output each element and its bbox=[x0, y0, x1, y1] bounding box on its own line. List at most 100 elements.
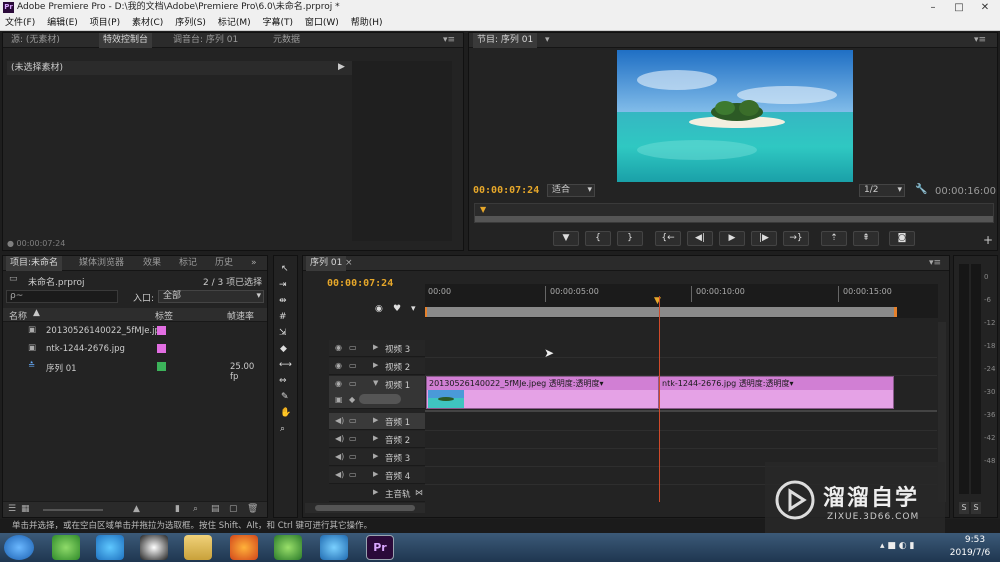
panel-menu-icon[interactable]: ▾≡ bbox=[443, 35, 455, 45]
tab-program[interactable]: 节目: 序列 01 bbox=[473, 33, 538, 48]
speaker-icon[interactable]: ◀) bbox=[335, 434, 344, 443]
start-button[interactable] bbox=[4, 535, 34, 560]
menu-window[interactable]: 窗口(W) bbox=[300, 15, 339, 31]
speaker-icon[interactable]: ◀) bbox=[335, 416, 344, 425]
tab-project[interactable]: 项目:未命名 bbox=[6, 256, 63, 271]
close-tab-icon[interactable]: × bbox=[345, 258, 353, 268]
resolution-dropdown[interactable]: 1/2 ▾ bbox=[859, 184, 905, 197]
time-ruler[interactable]: 00:00 00:00:05:00 00:00:10:00 00:00:15:0… bbox=[425, 284, 938, 318]
add-marker-button[interactable]: ▼ bbox=[553, 231, 579, 246]
pen-tool-icon[interactable]: ✎ bbox=[281, 392, 289, 402]
razor-tool-icon[interactable]: ◆ bbox=[280, 344, 287, 354]
mark-out-button[interactable]: } bbox=[617, 231, 643, 246]
play-button[interactable]: ▶ bbox=[719, 231, 745, 246]
expand-icon[interactable]: ▶ bbox=[373, 343, 378, 351]
rate-stretch-tool-icon[interactable]: ⇲ bbox=[279, 328, 287, 338]
play-arrow-icon[interactable]: ▶ bbox=[338, 62, 345, 72]
expand-icon[interactable]: ▶ bbox=[373, 416, 378, 424]
mark-in-button[interactable]: { bbox=[585, 231, 611, 246]
timeline-clip[interactable]: 20130526140022_5fMJe.jpeg 透明度:透明度▾ bbox=[426, 376, 659, 409]
expand-icon[interactable]: ▶ bbox=[373, 488, 378, 496]
tab-markers[interactable]: 标记 bbox=[179, 256, 197, 271]
taskbar-app-icon[interactable] bbox=[96, 535, 124, 560]
speaker-icon[interactable]: ◀) bbox=[335, 452, 344, 461]
solo-right-button[interactable]: S bbox=[971, 502, 981, 514]
fit-dropdown[interactable]: 适合 ▾ bbox=[547, 184, 595, 197]
qq-icon[interactable] bbox=[140, 535, 168, 560]
tab-audio-mixer[interactable]: 调音台: 序列 01 bbox=[173, 33, 238, 48]
track-audio-4[interactable]: ◀) ▭ ▶ 音频 4 bbox=[329, 467, 425, 484]
collapse-icon[interactable]: ▼ bbox=[373, 379, 378, 387]
speaker-icon[interactable]: ◀) bbox=[335, 470, 344, 479]
minimize-button[interactable]: – bbox=[920, 0, 946, 15]
lock-icon[interactable]: ▭ bbox=[349, 343, 357, 352]
extract-icon[interactable]: ⇞ bbox=[853, 231, 879, 246]
panel-menu-icon[interactable]: ▾≡ bbox=[929, 258, 941, 268]
trash-icon[interactable]: 🗑 bbox=[247, 504, 258, 514]
eye-icon[interactable]: ◉ bbox=[335, 343, 342, 352]
menu-file[interactable]: 文件(F) bbox=[0, 15, 35, 31]
marker-icon[interactable]: ▾ bbox=[411, 304, 416, 314]
selection-tool-icon[interactable]: ↖ bbox=[281, 264, 289, 274]
keyframe-icon[interactable]: ◆ bbox=[349, 395, 355, 404]
zoom-tool-icon[interactable]: ⌕ bbox=[280, 424, 285, 434]
expand-icon[interactable]: ▶ bbox=[373, 452, 378, 460]
playhead-line[interactable] bbox=[659, 296, 660, 502]
work-area-bar[interactable] bbox=[425, 307, 897, 317]
tab-source[interactable]: 源: (无素材) bbox=[11, 33, 60, 48]
slip-tool-icon[interactable]: ⟷ bbox=[279, 360, 292, 370]
taskbar-app-icon[interactable] bbox=[274, 535, 302, 560]
menu-clip[interactable]: 素材(C) bbox=[127, 15, 163, 31]
menu-marker[interactable]: 标记(M) bbox=[213, 15, 251, 31]
solo-left-button[interactable]: S bbox=[959, 502, 969, 514]
tab-effects[interactable]: 效果 bbox=[143, 256, 161, 271]
expand-icon[interactable]: ▶ bbox=[373, 434, 378, 442]
go-to-out-button[interactable]: →} bbox=[783, 231, 809, 246]
step-forward-button[interactable]: |▶ bbox=[751, 231, 777, 246]
maximize-button[interactable]: □ bbox=[946, 0, 972, 15]
menu-title[interactable]: 字幕(T) bbox=[257, 15, 293, 31]
tab-media-browser[interactable]: 媒体浏览器 bbox=[79, 256, 124, 271]
ripple-edit-tool-icon[interactable]: ⇹ bbox=[279, 296, 287, 306]
column-name[interactable]: 名称 bbox=[9, 309, 27, 322]
step-back-button[interactable]: ◀| bbox=[687, 231, 713, 246]
eye-icon[interactable]: ◉ bbox=[335, 361, 342, 370]
sort-up-icon[interactable]: ▲ bbox=[33, 308, 40, 318]
menu-project[interactable]: 项目(P) bbox=[85, 15, 120, 31]
lock-icon[interactable]: ▭ bbox=[349, 379, 357, 388]
hand-tool-icon[interactable]: ✋ bbox=[280, 408, 291, 418]
premiere-taskbar-icon[interactable]: Pr bbox=[366, 535, 394, 560]
rolling-edit-tool-icon[interactable]: # bbox=[279, 312, 287, 322]
program-scrubber[interactable]: ▼ bbox=[474, 203, 994, 223]
folder-icon[interactable] bbox=[184, 535, 212, 560]
clip-effect[interactable]: 透明度:透明度 bbox=[549, 379, 600, 388]
find-icon[interactable]: ⌕ bbox=[193, 504, 198, 514]
wrench-icon[interactable]: 🔧 bbox=[915, 184, 927, 195]
timeline-zoom-slider[interactable] bbox=[305, 503, 425, 513]
new-item-icon[interactable]: ▢ bbox=[229, 504, 238, 514]
tab-sequence[interactable]: 序列 01 bbox=[306, 256, 347, 271]
new-bin-icon[interactable]: ▤ bbox=[211, 504, 220, 514]
taskbar-app-icon[interactable] bbox=[52, 535, 80, 560]
expand-icon[interactable]: ▶ bbox=[373, 470, 378, 478]
tab-effect-controls[interactable]: 特效控制台 bbox=[99, 33, 153, 48]
tab-history[interactable]: 历史 bbox=[215, 256, 233, 271]
lock-icon[interactable]: ▭ bbox=[349, 416, 357, 425]
keyframe-nav[interactable] bbox=[359, 394, 401, 404]
add-button-icon[interactable]: + bbox=[983, 233, 993, 247]
firefox-icon[interactable] bbox=[230, 535, 258, 560]
more-tabs-icon[interactable]: » bbox=[251, 258, 257, 268]
track-select-tool-icon[interactable]: ⇥ bbox=[279, 280, 287, 290]
track-audio-3[interactable]: ◀) ▭ ▶ 音频 3 bbox=[329, 449, 425, 466]
sequence-timecode[interactable]: 00:00:07:24 bbox=[327, 278, 393, 289]
snap-icon[interactable]: ◉ bbox=[375, 304, 383, 314]
master-meter-icon[interactable]: ⋈ bbox=[415, 488, 423, 497]
lock-icon[interactable]: ▭ bbox=[349, 452, 357, 461]
list-item[interactable]: ▣ ntk-1244-2676.jpg bbox=[8, 341, 260, 359]
display-style-icon[interactable]: ▣ bbox=[335, 395, 343, 404]
lock-icon[interactable]: ▭ bbox=[349, 434, 357, 443]
eye-icon[interactable]: ◉ bbox=[335, 379, 342, 388]
zoom-slider[interactable] bbox=[43, 509, 103, 511]
timeline-clip[interactable]: ntk-1244-2676.jpg 透明度:透明度▾ bbox=[659, 376, 894, 409]
taskbar-app-icon[interactable] bbox=[320, 535, 348, 560]
